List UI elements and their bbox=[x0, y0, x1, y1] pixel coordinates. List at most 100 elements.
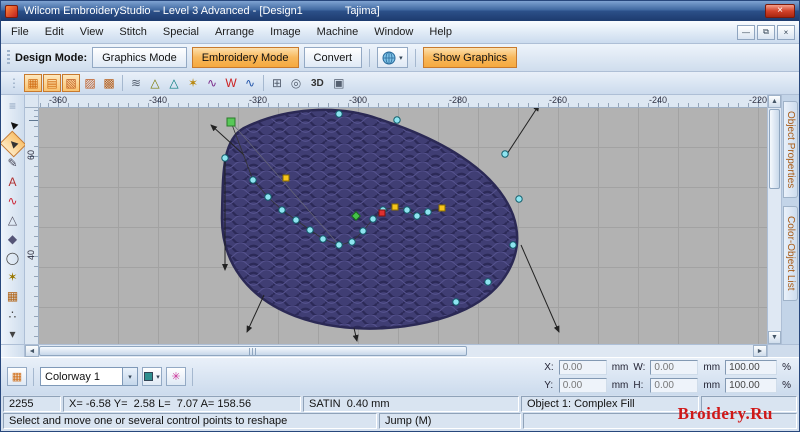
control-point-node[interactable] bbox=[509, 241, 517, 249]
thread-colors-button[interactable]: ▦ bbox=[7, 367, 27, 386]
control-point-exit[interactable] bbox=[378, 209, 386, 217]
horizontal-scroll-track[interactable] bbox=[39, 345, 753, 357]
control-point-node[interactable] bbox=[264, 193, 272, 201]
hoop-globe-button[interactable]: ▾ bbox=[377, 47, 408, 68]
control-point-node[interactable] bbox=[452, 298, 460, 306]
show-graphics-button[interactable]: Show Graphics bbox=[422, 47, 518, 68]
x-input[interactable] bbox=[558, 360, 607, 375]
embroidery-mode-button[interactable]: Embroidery Mode bbox=[191, 47, 299, 68]
satin-fill-icon[interactable]: ▤ bbox=[43, 74, 61, 92]
true-view-3d-toggle[interactable]: 3D bbox=[306, 74, 329, 92]
menu-special[interactable]: Special bbox=[155, 23, 207, 41]
digitize-closed-tool[interactable]: ◆ bbox=[3, 230, 23, 248]
triangle-olive-icon[interactable]: △ bbox=[146, 74, 164, 92]
scroll-up-button[interactable]: ▲ bbox=[768, 95, 781, 108]
control-point-corner[interactable] bbox=[391, 203, 399, 211]
menu-window[interactable]: Window bbox=[366, 23, 421, 41]
convert-button[interactable]: Convert bbox=[303, 47, 363, 68]
control-point-node[interactable] bbox=[306, 226, 314, 234]
control-point-node[interactable] bbox=[484, 278, 492, 286]
current-color-button[interactable]: ▾ bbox=[142, 367, 162, 386]
vertical-scroll-track[interactable] bbox=[768, 190, 781, 331]
menu-image[interactable]: Image bbox=[262, 23, 309, 41]
pointer-coordinates: X= -6.58 Y= 2.58 L= 7.07 A= 158.56 bbox=[63, 396, 301, 412]
horizontal-scroll-thumb[interactable] bbox=[39, 346, 468, 356]
colorway-caret[interactable]: ▾ bbox=[122, 368, 137, 385]
freehand-tool[interactable]: ∿ bbox=[3, 192, 23, 210]
control-point-node[interactable] bbox=[249, 176, 257, 184]
lettering-tool[interactable]: A bbox=[3, 173, 23, 191]
control-point-node[interactable] bbox=[424, 208, 432, 216]
digitize-open-tool[interactable]: △ bbox=[3, 211, 23, 229]
scale-h-input[interactable] bbox=[725, 378, 778, 393]
w-input[interactable] bbox=[650, 360, 699, 375]
vertical-scrollbar[interactable]: ▲ ▼ bbox=[767, 95, 781, 344]
y-input[interactable] bbox=[558, 378, 607, 393]
control-point-corner[interactable] bbox=[282, 174, 290, 182]
menu-arrange[interactable]: Arrange bbox=[207, 23, 262, 41]
tatami-fill-icon[interactable]: ▦ bbox=[24, 74, 42, 92]
mdi-minimize-button[interactable]: — bbox=[737, 24, 755, 40]
control-point-corner[interactable] bbox=[438, 204, 446, 212]
tab-color-object-list[interactable]: Color-Object List bbox=[783, 206, 798, 301]
mdi-buttons: — ⧉ × bbox=[737, 24, 797, 40]
control-point-anchor[interactable] bbox=[226, 117, 236, 127]
florentine-w-icon[interactable]: W bbox=[222, 74, 240, 92]
menu-file[interactable]: File bbox=[3, 23, 37, 41]
star-fill-icon[interactable]: ✶ bbox=[184, 74, 202, 92]
scale-w-input[interactable] bbox=[725, 360, 778, 375]
control-point-node[interactable] bbox=[403, 206, 411, 214]
contour-fill-icon[interactable]: ▨ bbox=[81, 74, 99, 92]
control-point-node[interactable] bbox=[413, 212, 421, 220]
menu-stitch[interactable]: Stitch bbox=[111, 23, 155, 41]
menu-edit[interactable]: Edit bbox=[37, 23, 72, 41]
h-input[interactable] bbox=[650, 378, 699, 393]
tab-object-properties[interactable]: Object Properties bbox=[783, 101, 798, 199]
watermark-text: Broidery.Ru bbox=[677, 404, 773, 423]
node-edit-tool[interactable]: ∴ bbox=[3, 306, 23, 324]
control-point-node[interactable] bbox=[348, 238, 356, 246]
design-canvas[interactable] bbox=[39, 108, 767, 344]
motif-fill-icon[interactable]: ▧ bbox=[62, 74, 80, 92]
control-point-node[interactable] bbox=[335, 241, 343, 249]
control-point-node[interactable] bbox=[335, 110, 343, 118]
toolbar-separator bbox=[192, 367, 193, 386]
scroll-down-button[interactable]: ▼ bbox=[768, 331, 781, 344]
overview-window-icon[interactable]: ▣ bbox=[330, 74, 348, 92]
control-point-node[interactable] bbox=[501, 150, 509, 158]
more-tools-button[interactable]: ▾ bbox=[3, 325, 23, 343]
pattern-stamp-tool[interactable]: ▦ bbox=[3, 287, 23, 305]
menu-help[interactable]: Help bbox=[421, 23, 460, 41]
control-point-node[interactable] bbox=[393, 116, 401, 124]
hoop-view-icon[interactable]: ◎ bbox=[287, 74, 305, 92]
triangle-teal-icon[interactable]: △ bbox=[165, 74, 183, 92]
colorway-select[interactable]: Colorway 1 ▾ bbox=[40, 367, 138, 386]
mdi-close-button[interactable]: × bbox=[777, 24, 795, 40]
vertical-scroll-thumb[interactable] bbox=[769, 109, 780, 189]
scroll-left-button[interactable]: ◄ bbox=[25, 345, 39, 357]
control-point-node[interactable] bbox=[221, 154, 229, 162]
ellipse-tool[interactable]: ◯ bbox=[3, 249, 23, 267]
run-stitch-icon[interactable]: ≋ bbox=[127, 74, 145, 92]
colorway-editor-button[interactable]: ✳ bbox=[166, 367, 186, 386]
control-point-node[interactable] bbox=[369, 215, 377, 223]
menu-machine[interactable]: Machine bbox=[309, 23, 367, 41]
menu-view[interactable]: View bbox=[72, 23, 112, 41]
control-point-node[interactable] bbox=[515, 195, 523, 203]
zigzag-stitch-icon[interactable]: ∿ bbox=[241, 74, 259, 92]
scroll-right-button[interactable]: ► bbox=[753, 345, 767, 357]
star-tool[interactable]: ✶ bbox=[3, 268, 23, 286]
globe-icon bbox=[382, 51, 396, 64]
grid-view-icon[interactable]: ⊞ bbox=[268, 74, 286, 92]
control-point-node[interactable] bbox=[319, 235, 327, 243]
graphics-mode-button[interactable]: Graphics Mode bbox=[92, 47, 187, 68]
close-button[interactable]: × bbox=[765, 4, 795, 18]
toolbar-drag-handle[interactable]: ⋮ bbox=[5, 74, 23, 92]
control-point-node[interactable] bbox=[359, 227, 367, 235]
mdi-restore-button[interactable]: ⧉ bbox=[757, 24, 775, 40]
pattern-fill-icon[interactable]: ▩ bbox=[100, 74, 118, 92]
control-point-node[interactable] bbox=[292, 216, 300, 224]
wave-fill-icon[interactable]: ∿ bbox=[203, 74, 221, 92]
horizontal-scrollbar[interactable]: ◄ ► bbox=[1, 344, 799, 357]
control-point-node[interactable] bbox=[278, 206, 286, 214]
